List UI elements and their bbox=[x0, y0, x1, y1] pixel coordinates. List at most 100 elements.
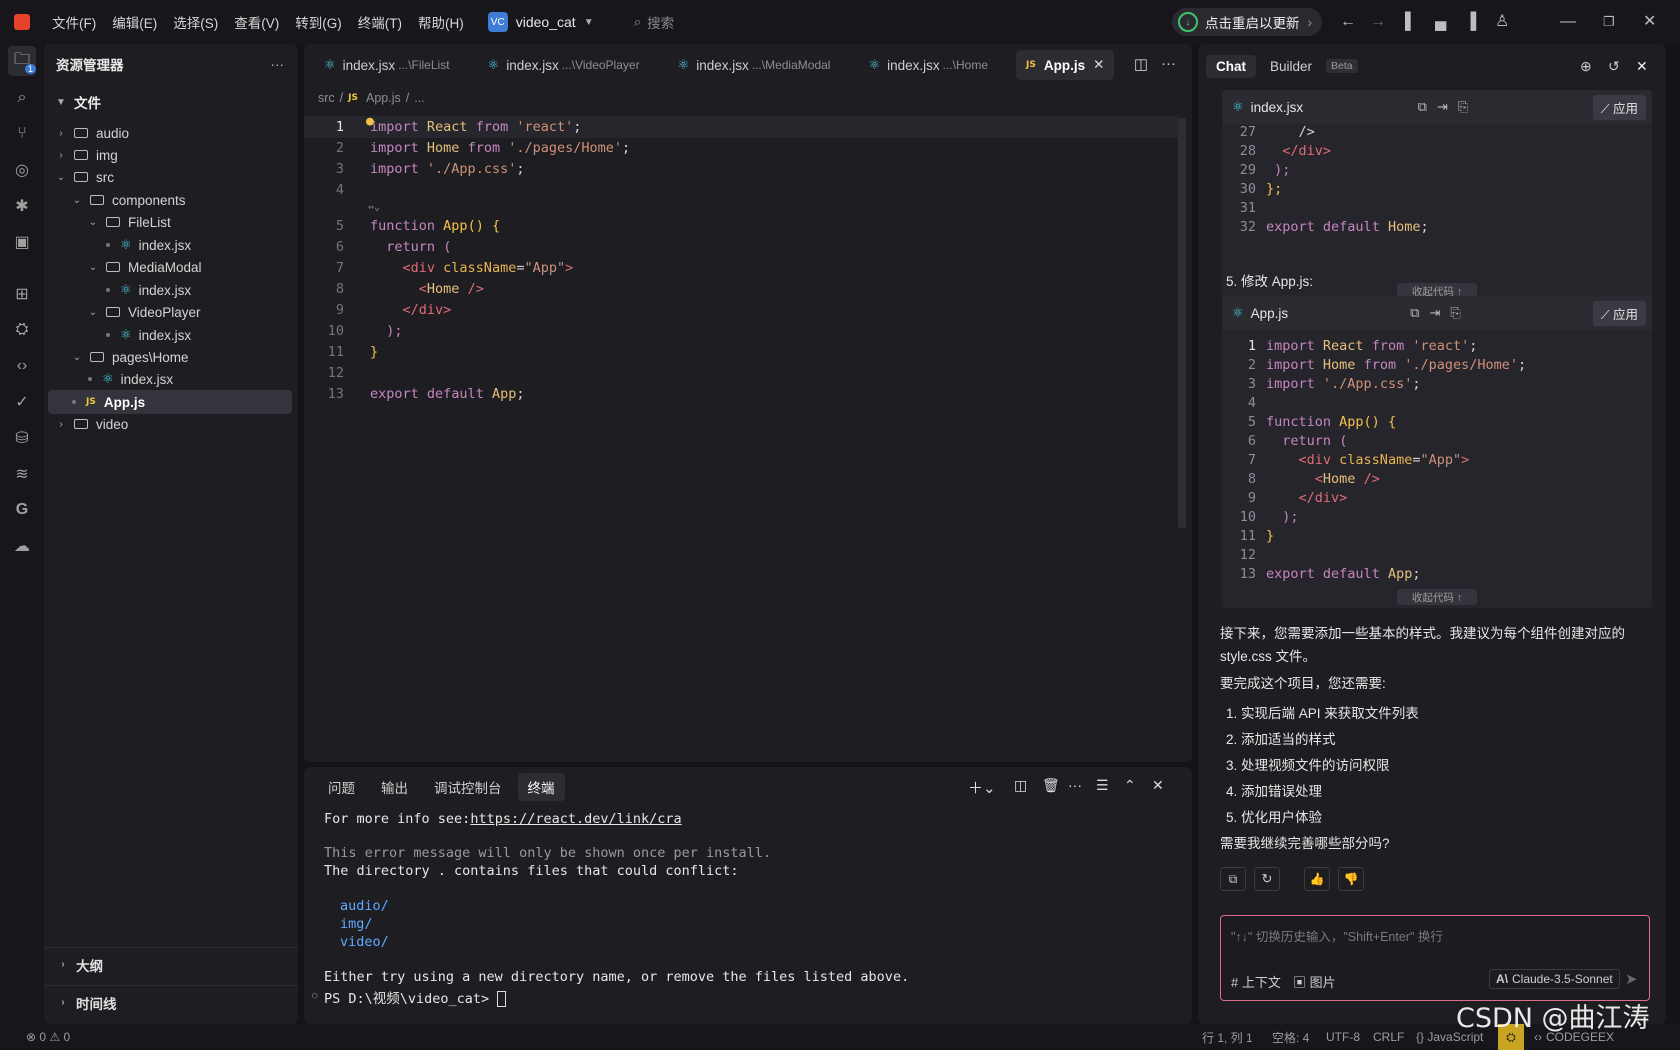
menu-help[interactable]: 帮助(H) bbox=[418, 12, 464, 32]
tree-folder-audio[interactable]: › audio bbox=[48, 121, 292, 145]
thumbs-down-icon[interactable]: 👎 bbox=[1338, 867, 1364, 891]
back-arrow-icon[interactable]: ← bbox=[1340, 12, 1356, 32]
add-terminal-icon[interactable]: ＋⌄ bbox=[968, 777, 996, 798]
explorer-icon[interactable]: 🗀 1 bbox=[8, 46, 36, 76]
close-chat-icon[interactable]: ✕ bbox=[1636, 58, 1648, 75]
copy-icon[interactable]: ⧉ bbox=[1410, 305, 1419, 321]
tree-folder-pages-home[interactable]: ⌄ pages\Home bbox=[48, 345, 292, 369]
indentation[interactable]: 空格: 4 bbox=[1272, 1029, 1309, 1046]
context-button[interactable]: # 上下文 bbox=[1231, 972, 1281, 991]
remote-explorer-icon[interactable]: ▣ bbox=[10, 230, 34, 254]
split-editor-icon[interactable]: ◫ bbox=[1134, 55, 1148, 73]
debug-icon[interactable]: ✱ bbox=[10, 194, 34, 218]
tab-problems[interactable]: 问题 bbox=[318, 773, 365, 801]
g-logo-icon[interactable]: G bbox=[10, 498, 34, 522]
breadcrumb-more[interactable]: ... bbox=[414, 91, 424, 105]
tree-folder-src[interactable]: ⌄ src bbox=[48, 165, 292, 189]
menu-file[interactable]: 文件(F) bbox=[52, 12, 96, 32]
tab-filelist-index[interactable]: ⚛ index.jsx ...\FileList bbox=[314, 50, 460, 80]
lightbulb-icon[interactable]: ● bbox=[366, 114, 374, 129]
more-actions-icon[interactable]: ··· bbox=[271, 57, 285, 72]
chat-input[interactable]: "↑↓" 切换历史输入，"Shift+Enter" 换行 # 上下文 ▣ 图片 … bbox=[1220, 915, 1650, 1001]
terminal-link[interactable]: https://react.dev/link/cra bbox=[470, 811, 681, 827]
tab-terminal[interactable]: 终端 bbox=[517, 773, 565, 801]
history-icon[interactable]: ↺ bbox=[1608, 58, 1620, 75]
outline-section[interactable]: › 大纲 bbox=[44, 947, 298, 981]
source-control-icon[interactable]: ⑂ bbox=[10, 122, 34, 146]
menu-view[interactable]: 查看(V) bbox=[234, 12, 279, 32]
insert-icon[interactable]: ⇥ bbox=[1429, 305, 1440, 321]
new-chat-icon[interactable]: ⊕ bbox=[1580, 58, 1592, 75]
timeline-section[interactable]: › 时间线 bbox=[44, 985, 298, 1019]
toggle-bottom-panel-icon[interactable]: ▄ bbox=[1435, 12, 1446, 32]
settings-cloud-icon[interactable]: ☁ bbox=[10, 534, 34, 558]
tree-folder-filelist[interactable]: ⌄ FileList bbox=[48, 210, 292, 234]
tab-chat[interactable]: Chat bbox=[1206, 54, 1256, 78]
menu-goto[interactable]: 转到(G) bbox=[295, 12, 342, 32]
tree-folder-video[interactable]: › video bbox=[48, 412, 292, 436]
close-window-icon[interactable]: ✕ bbox=[1643, 12, 1656, 32]
thumbs-up-icon[interactable]: 👍 bbox=[1304, 867, 1330, 891]
restart-update-button[interactable]: ↓ 点击重启以更新 › bbox=[1172, 8, 1322, 36]
ai-assistant-icon[interactable]: ⛭ bbox=[10, 318, 34, 342]
close-tab-icon[interactable]: ✕ bbox=[1093, 57, 1104, 73]
bird-icon[interactable]: ✓ bbox=[10, 390, 34, 414]
tree-folder-img[interactable]: › img bbox=[48, 143, 292, 167]
cursor-position[interactable]: 行 1, 列 1 bbox=[1202, 1029, 1253, 1046]
tree-file-home-index[interactable]: ⚛ index.jsx bbox=[48, 367, 292, 391]
apply-button[interactable]: ⟋ 应用 bbox=[1592, 300, 1646, 326]
extensions-icon[interactable]: ⊞ bbox=[10, 282, 34, 306]
tab-debug-console[interactable]: 调试控制台 bbox=[424, 773, 512, 801]
tab-builder[interactable]: Builder bbox=[1260, 55, 1322, 78]
forward-arrow-icon[interactable]: → bbox=[1370, 12, 1386, 32]
breadcrumb-file[interactable]: App.js bbox=[366, 91, 401, 105]
tab-mediamodal-index[interactable]: ⚛ index.jsx ...\MediaModal bbox=[668, 50, 841, 80]
image-button[interactable]: ▣ 图片 bbox=[1293, 972, 1336, 991]
apply-button[interactable]: ⟋ 应用 bbox=[1592, 94, 1646, 120]
model-selector[interactable]: A\ Claude-3.5-Sonnet bbox=[1489, 969, 1620, 989]
minimize-icon[interactable]: — bbox=[1560, 12, 1576, 32]
menu-select[interactable]: 选择(S) bbox=[173, 12, 218, 32]
explorer-root[interactable]: ▼ 文件 bbox=[48, 90, 292, 114]
encoding[interactable]: UTF-8 bbox=[1326, 1030, 1360, 1044]
code-icon[interactable]: ‹› bbox=[10, 354, 34, 378]
terminal-settings-icon[interactable]: ☰ bbox=[1096, 777, 1109, 794]
terminal-prompt[interactable]: PS D:\视频\video_cat> bbox=[324, 987, 507, 1007]
remote-icon[interactable]: ◎ bbox=[10, 158, 34, 182]
toggle-left-panel-icon[interactable]: ▌ bbox=[1405, 12, 1416, 32]
close-panel-icon[interactable]: ✕ bbox=[1152, 777, 1164, 794]
tab-app-js[interactable]: JS App.js ✕ bbox=[1016, 50, 1115, 80]
tree-file-videoplayer-index[interactable]: ⚛ index.jsx bbox=[48, 323, 292, 347]
tree-folder-mediamodal[interactable]: ⌄ MediaModal bbox=[48, 255, 292, 279]
new-file-icon[interactable]: ⎘ bbox=[1458, 99, 1468, 115]
line-ending[interactable]: CRLF bbox=[1373, 1030, 1404, 1044]
more-actions-icon[interactable]: ··· bbox=[1068, 777, 1082, 793]
code-area[interactable]: 1 import React from 'react'; ● 2 import Hom… bbox=[304, 114, 1192, 762]
trash-icon[interactable]: 🗑 bbox=[1042, 777, 1060, 794]
new-file-icon[interactable]: ⎘ bbox=[1450, 305, 1460, 321]
menu-edit[interactable]: 编辑(E) bbox=[112, 12, 157, 32]
command-search[interactable]: ⌕ 搜索 bbox=[634, 12, 675, 32]
insert-icon[interactable]: ⇥ bbox=[1437, 99, 1448, 115]
problems-indicator[interactable]: ⊗ 0 ⚠ 0 bbox=[26, 1030, 70, 1044]
tree-file-mediamodal-index[interactable]: ⚛ index.jsx bbox=[48, 278, 292, 302]
copy-icon[interactable]: ⧉ bbox=[1220, 867, 1246, 891]
layers-icon[interactable]: ≋ bbox=[10, 462, 34, 486]
split-terminal-icon[interactable]: ◫ bbox=[1014, 777, 1027, 794]
tree-folder-components[interactable]: ⌄ components bbox=[48, 188, 292, 212]
project-switcher[interactable]: VC video_cat ▼ bbox=[487, 12, 594, 32]
database-icon[interactable]: ⛁ bbox=[10, 426, 34, 450]
tab-videoplayer-index[interactable]: ⚛ index.jsx ...\VideoPlayer bbox=[478, 50, 650, 80]
tab-home-index[interactable]: ⚛ index.jsx ...\Home bbox=[858, 50, 998, 80]
more-actions-icon[interactable]: ··· bbox=[1161, 55, 1176, 72]
tree-file-app-js[interactable]: JS App.js bbox=[48, 390, 292, 414]
menu-terminal[interactable]: 终端(T) bbox=[358, 12, 402, 32]
maximize-panel-icon[interactable]: ⌃ bbox=[1124, 777, 1136, 794]
tree-folder-videoplayer[interactable]: ⌄ VideoPlayer bbox=[48, 300, 292, 324]
collapse-code-button[interactable]: 收起代码 ↑ bbox=[1397, 589, 1477, 605]
breadcrumb-src[interactable]: src bbox=[318, 91, 335, 105]
fold-hint[interactable]: ⇔⌄ bbox=[368, 202, 380, 213]
tree-file-filelist-index[interactable]: ⚛ index.jsx bbox=[48, 233, 292, 257]
tab-output[interactable]: 输出 bbox=[371, 773, 418, 801]
account-icon[interactable]: ♙ bbox=[1495, 12, 1509, 32]
